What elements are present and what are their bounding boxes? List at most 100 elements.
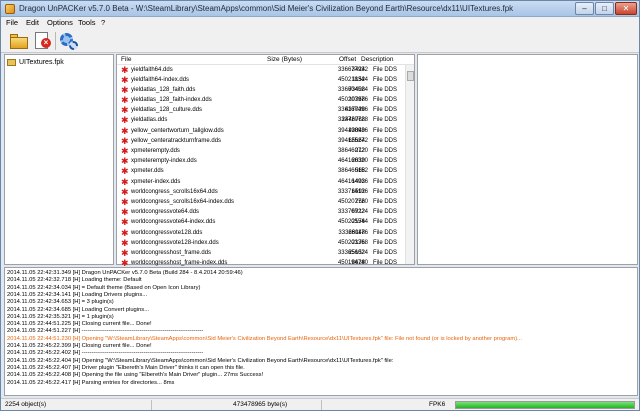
close-file-icon[interactable]: × xyxy=(32,31,52,51)
file-description: File DDS xyxy=(373,178,398,185)
log-line: 2014.11.05 22:45:22.408 [H] Opening the … xyxy=(7,372,264,379)
log-line: 2014.11.05 22:42:31.349 [H] Dragon UnPAC… xyxy=(7,270,243,276)
file-name: xpmeter-index.dds xyxy=(131,178,181,185)
table-row[interactable]: ✱ yieldatlas_128_faith.dds 73408 336604524 F… xyxy=(117,85,405,95)
table-row[interactable]: ✱ worldcongresshost_frame.dds 25152 3336560… xyxy=(117,248,405,258)
dds-file-icon: ✱ xyxy=(121,156,129,167)
menu-tools[interactable]: Tools xyxy=(78,18,96,27)
log-line: 2014.11.05 22:42:34.685 [H] Loading Conv… xyxy=(7,306,150,313)
file-description: File DDS xyxy=(373,198,398,205)
column-header-offset[interactable]: Offset xyxy=(339,56,356,63)
maximize-button[interactable]: □ xyxy=(595,2,614,15)
file-description: File DDS xyxy=(373,249,398,256)
file-offset: 333656024 xyxy=(337,249,368,256)
file-offset: 450194740 xyxy=(337,260,368,267)
file-description: File DDS xyxy=(373,188,398,195)
file-name: worldcongress_scrolls16x64-index.dds xyxy=(131,198,235,205)
tree-item-root[interactable]: UITextures.fpk xyxy=(7,57,64,67)
status-format: FPK6 xyxy=(429,401,446,408)
status-divider xyxy=(151,400,152,410)
dds-file-icon: ✱ xyxy=(121,74,129,85)
app-icon xyxy=(5,4,15,14)
dds-file-icon: ✱ xyxy=(121,207,129,218)
menu-options[interactable]: Options xyxy=(47,18,73,27)
menu-help[interactable]: ? xyxy=(101,18,105,27)
table-row[interactable]: ✱ yieldfaith64-index.dds 1152 450218344 File… xyxy=(117,75,405,85)
file-list-header: File Size (Bytes) Offset Description xyxy=(117,55,414,65)
table-row[interactable]: ✱ xpmeter.dds 568 386460152 File DDS xyxy=(117,167,405,177)
log-line: 2014.11.05 22:44:51.227 [H] ------------… xyxy=(7,328,204,335)
table-row[interactable]: ✱ xpmeterempty.dds 212 386460720 File DDS xyxy=(117,147,405,157)
table-row[interactable]: ✱ yellow_centeratrackturnframe.dds 65664 39… xyxy=(117,136,405,146)
directory-tree[interactable]: UITextures.fpk xyxy=(4,54,114,265)
menu-file[interactable]: File xyxy=(6,18,18,27)
file-offset: 450207976 xyxy=(337,97,368,104)
log-line: 2014.11.05 22:45:22.407 [H] Driver plugi… xyxy=(7,364,245,371)
file-name: worldcongresshost_frame.dds xyxy=(131,249,212,256)
dds-file-icon: ✱ xyxy=(121,84,129,95)
column-header-file[interactable]: File xyxy=(121,56,131,63)
table-row[interactable]: ✱ worldcongressvote64-index.dds 2176 450205… xyxy=(117,218,405,228)
file-name: yellow_centeratrackturnframe.dds xyxy=(131,137,222,144)
file-description: File DDS xyxy=(373,158,398,165)
log-line: 2014.11.05 22:45:22.417 [H] Parsing entr… xyxy=(7,379,175,386)
file-name: worldcongresshost_frame-index.dds xyxy=(131,260,228,267)
dds-file-icon: ✱ xyxy=(121,227,129,238)
dds-file-icon: ✱ xyxy=(121,135,129,146)
file-offset: 450207720 xyxy=(337,198,368,205)
settings-gear-icon[interactable] xyxy=(59,31,79,51)
file-offset: 333714136 xyxy=(337,188,368,195)
log-line: 2014.11.05 22:42:32.718 [H] Loading them… xyxy=(7,277,142,284)
table-row[interactable]: ✱ yieldatlas.dds 2446768 333720728 File DDS xyxy=(117,116,405,126)
log-line: 2014.11.05 22:44:51.230 [H] Opening "W:\… xyxy=(7,335,522,342)
dds-file-icon: ✱ xyxy=(121,64,129,75)
column-header-size[interactable]: Size (Bytes) xyxy=(267,56,302,63)
scrollbar-thumb[interactable] xyxy=(407,71,414,81)
file-name: yieldfaith64-index.dds xyxy=(131,76,190,83)
column-header-description[interactable]: Description xyxy=(361,56,394,63)
status-object-count: 2254 object(s) xyxy=(5,401,47,408)
toolbar-separator xyxy=(55,32,56,50)
file-name: xpmeterempty.dds xyxy=(131,148,180,154)
close-window-button[interactable]: ✕ xyxy=(615,2,637,15)
table-row[interactable]: ✱ yieldatlas_128_culture.dds 437028 3361674… xyxy=(117,106,405,116)
table-row[interactable]: ✱ worldcongress_scrolls16x64.dds 6592 33371… xyxy=(117,187,405,197)
file-offset: 464164916 xyxy=(337,178,368,185)
log-panel[interactable]: 2014.11.05 22:42:31.349 [H] Dragon UnPAC… xyxy=(4,267,638,396)
file-name: worldcongressvote64.dds xyxy=(131,209,200,216)
file-description: File DDS xyxy=(373,168,398,175)
tree-item-label: UITextures.fpk xyxy=(19,58,64,66)
file-list[interactable]: File Size (Bytes) Offset Description ✱ yi… xyxy=(116,54,415,268)
log-line: 2014.11.05 22:42:34.141 [H] Loading Driv… xyxy=(7,291,148,298)
title-bar[interactable]: Dragon UnPACKer v5.7.0 Beta - W:\SteamLi… xyxy=(1,1,639,17)
status-divider xyxy=(321,400,322,410)
table-row[interactable]: ✱ xpmeterempty-index.dds 2039 464166320 File… xyxy=(117,157,405,167)
table-row[interactable]: ✱ worldcongressvote128.dds 26048 333681176 F… xyxy=(117,228,405,238)
minimize-button[interactable]: – xyxy=(575,2,594,15)
table-row[interactable]: ✱ yieldatlas_128_faith-index.dds 10368 4502… xyxy=(117,96,405,106)
file-description: File DDS xyxy=(373,66,398,73)
file-description: File DDS xyxy=(373,209,398,216)
app-window: Dragon UnPACKer v5.7.0 Beta - W:\SteamLi… xyxy=(0,0,640,411)
menu-edit[interactable]: Edit xyxy=(26,18,39,27)
menu-bar: File Edit Options Tools ? xyxy=(1,17,639,29)
table-row[interactable]: ✱ worldcongressvote64.dds 6912 333707224 Fil… xyxy=(117,208,405,218)
dds-file-icon: ✱ xyxy=(121,196,129,207)
file-name: worldcongress_scrolls16x64.dds xyxy=(131,188,218,195)
progress-bar xyxy=(455,401,635,409)
progress-fill xyxy=(456,402,634,408)
file-offset: 333707224 xyxy=(337,209,368,216)
file-name: yieldatlas_128_culture.dds xyxy=(131,107,203,114)
folder-icon xyxy=(7,58,16,66)
table-row[interactable]: ✱ yellow_centertworturn_tallglow.dds 43840… xyxy=(117,126,405,136)
file-offset: 336677932 xyxy=(337,66,368,73)
file-offset: 394125272 xyxy=(337,137,368,144)
table-row[interactable]: ✱ yieldfaith64.dds 3424 336677932 File DDS xyxy=(117,65,405,75)
dds-file-icon: ✱ xyxy=(121,125,129,136)
open-folder-icon[interactable] xyxy=(9,31,29,51)
table-row[interactable]: ✱ xpmeter-index.dds 1403 464164916 File DDS xyxy=(117,177,405,187)
table-row[interactable]: ✱ worldcongressvote128-index.dds 2176 45020… xyxy=(117,238,405,248)
vertical-scrollbar[interactable] xyxy=(405,65,414,264)
log-line: 2014.11.05 22:45:22.399 [H] Closing curr… xyxy=(7,343,152,349)
table-row[interactable]: ✱ worldcongress_scrolls16x64-index.dds 256… xyxy=(117,197,405,207)
